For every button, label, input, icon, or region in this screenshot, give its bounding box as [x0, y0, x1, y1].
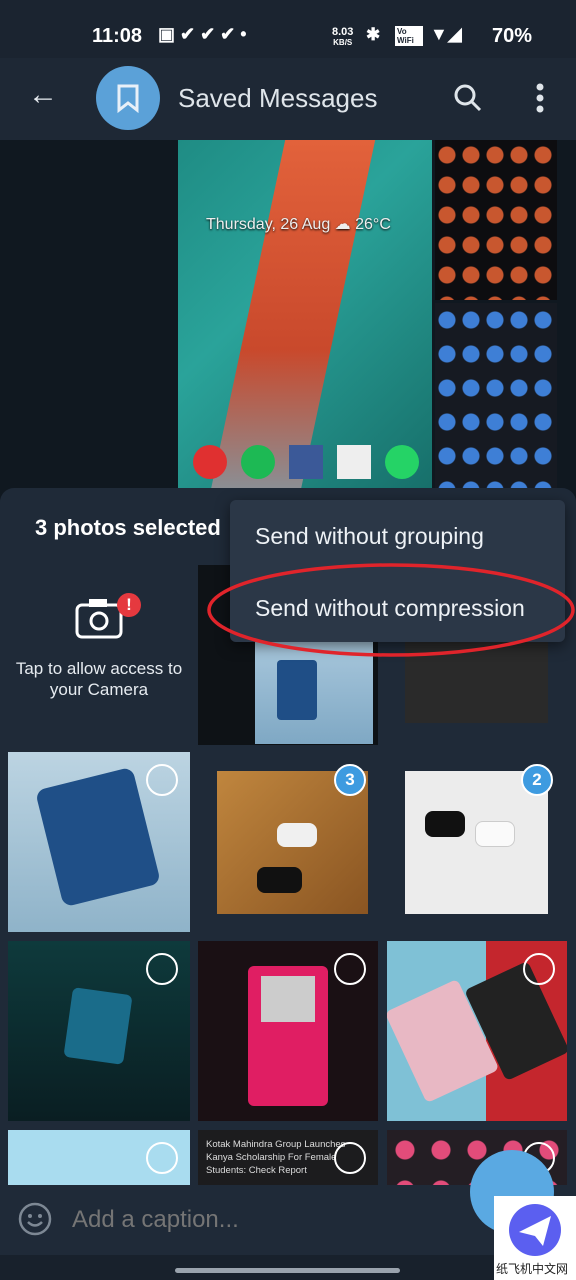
photo-thumbnail[interactable]	[8, 941, 190, 1121]
watermark-logo: 纸飞机中文网	[494, 1196, 576, 1280]
vowifi-icon: Vo WiFi	[395, 26, 423, 46]
select-circle[interactable]	[523, 953, 555, 985]
clock: 11:08	[92, 25, 143, 47]
avatar[interactable]	[96, 66, 160, 130]
select-circle[interactable]	[146, 764, 178, 796]
bluetooth-icon: ✱	[366, 25, 381, 44]
select-circle[interactable]	[146, 1142, 178, 1174]
wallpaper-date: Thursday, 26 Aug ☁ 26°C	[206, 216, 391, 233]
photo-thumbnail[interactable]	[8, 752, 190, 932]
camera-permission-text: Tap to allow access to your Camera	[15, 659, 183, 699]
nav-bar	[0, 1255, 576, 1280]
photo-thumbnail-selected[interactable]: 2	[387, 752, 567, 932]
bridge-image	[210, 140, 376, 490]
camera-cell[interactable]: ! Tap to allow access to your Camera	[8, 565, 190, 745]
bookmark-icon	[117, 84, 139, 114]
page-title: Saved Messages	[178, 83, 378, 113]
selection-badge[interactable]: 3	[334, 764, 366, 796]
notification-icons: ▣ ✔ ✔ ✔ •	[158, 24, 247, 44]
menu-item-send-without-grouping[interactable]: Send without grouping	[255, 523, 484, 550]
back-arrow-icon[interactable]: ←	[28, 78, 58, 112]
photo-thumbnail[interactable]	[387, 941, 567, 1121]
net-speed: 8.03 KB/S	[332, 26, 354, 48]
photo-thumbnail-selected[interactable]: 3	[198, 752, 378, 932]
select-circle[interactable]	[334, 1142, 366, 1174]
alert-icon: !	[117, 593, 141, 617]
more-vert-icon[interactable]	[530, 82, 550, 116]
selection-badge[interactable]: 2	[521, 764, 553, 796]
selected-count: 3 photos selected	[35, 515, 221, 540]
photo-thumbnail[interactable]	[198, 941, 378, 1121]
emoji-icon[interactable]	[18, 1202, 52, 1236]
status-bar: 11:08 ▣ ✔ ✔ ✔ • 8.03 KB/S ✱ Vo WiFi ▼◢ 70…	[0, 0, 576, 58]
wallpaper-screenshot[interactable]: Thursday, 26 Aug ☁ 26°C	[178, 140, 432, 490]
photo-thumbnail[interactable]	[8, 1130, 190, 1185]
battery-level: 70%	[492, 25, 533, 47]
photo-thumbnail[interactable]: Kotak Mahindra Group Launches Kanya Scho…	[198, 1130, 378, 1185]
wifi-signal-icon: ▼◢	[430, 24, 462, 44]
chat-area: Thursday, 26 Aug ☁ 26°C	[0, 140, 576, 500]
watermark-text: 纸飞机中文网	[496, 1262, 569, 1276]
select-circle[interactable]	[334, 953, 366, 985]
search-icon[interactable]	[452, 82, 484, 114]
select-circle[interactable]	[146, 953, 178, 985]
home-indicator[interactable]	[175, 1268, 400, 1273]
dock-icons	[186, 445, 426, 485]
annotation-ellipse	[207, 563, 575, 657]
app-drawer-screenshot[interactable]	[435, 140, 557, 300]
app-drawer-screenshot-2[interactable]	[435, 303, 557, 497]
caption-input[interactable]	[72, 1200, 452, 1240]
chat-header: ← Saved Messages	[0, 58, 576, 140]
paper-plane-icon	[509, 1204, 561, 1256]
